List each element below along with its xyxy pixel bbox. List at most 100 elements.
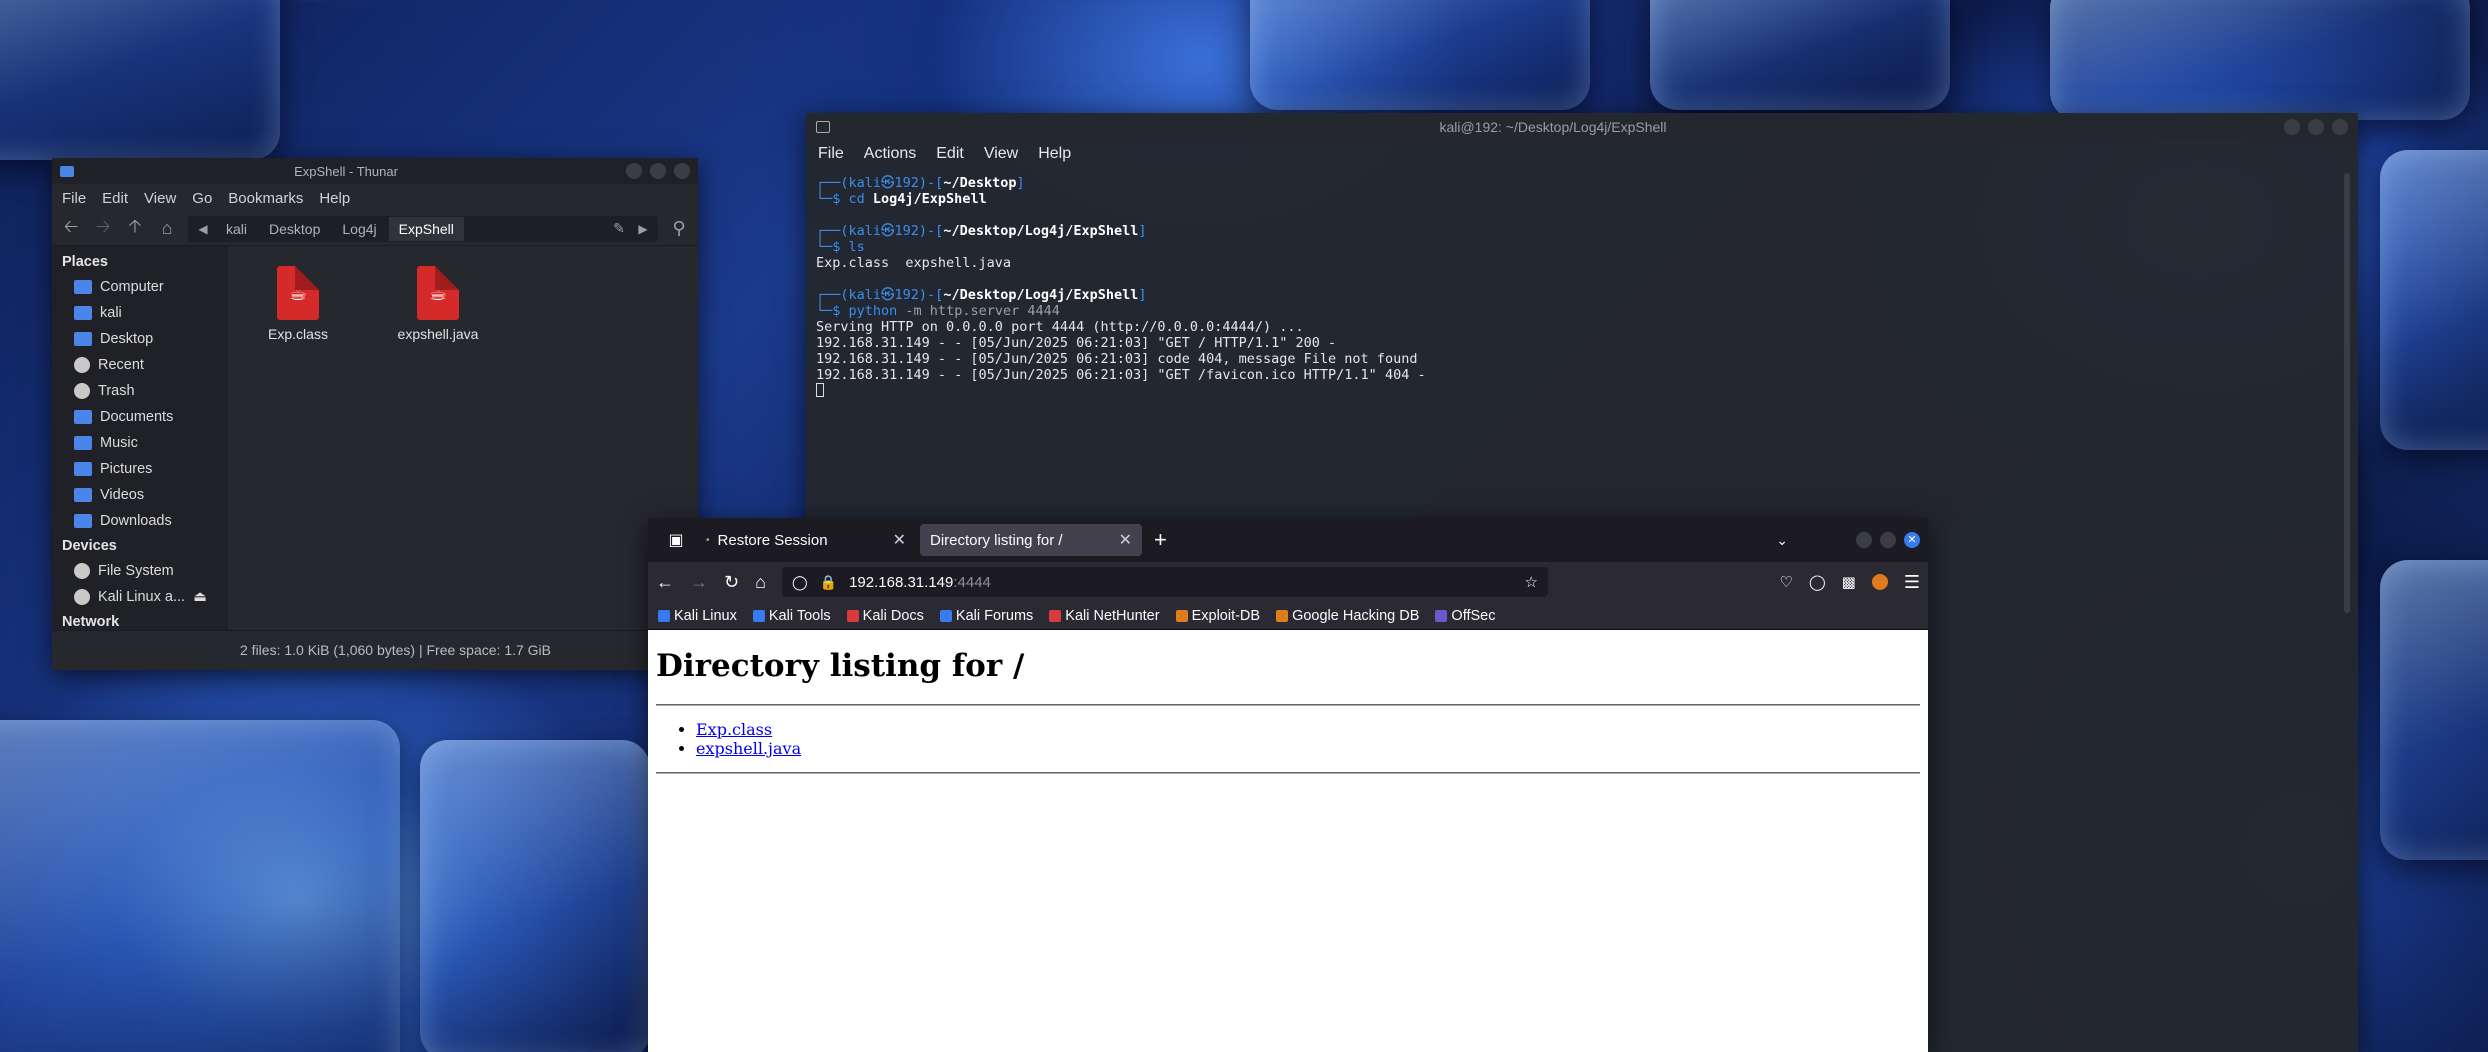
bookmark-star-icon[interactable]: ☆ [1525, 573, 1538, 591]
search-icon[interactable]: ⚲ [668, 218, 690, 239]
minimize-button[interactable] [626, 163, 642, 179]
menu-go[interactable]: Go [192, 190, 212, 207]
command: python [848, 303, 898, 319]
minimize-button[interactable] [2284, 119, 2300, 135]
close-button[interactable] [2332, 119, 2348, 135]
devices-heading: Devices [62, 538, 117, 554]
bookmark-kali-nethunter[interactable]: Kali NetHunter [1049, 607, 1160, 624]
menu-edit[interactable]: Edit [102, 190, 128, 207]
bookmark-favicon-icon [752, 609, 765, 622]
menu-help[interactable]: Help [1038, 145, 1071, 163]
bookmark-kali-linux[interactable]: Kali Linux [658, 608, 737, 624]
menu-view[interactable]: View [984, 145, 1018, 163]
bookmark-favicon-icon [658, 609, 670, 622]
close-button[interactable]: ✕ [1904, 532, 1920, 548]
pocket-icon[interactable]: ♡ [1779, 573, 1792, 591]
sidebar-item-documents[interactable]: Documents [52, 404, 228, 430]
extensions-icon[interactable]: ▩ [1842, 573, 1856, 591]
menu-edit[interactable]: Edit [936, 145, 964, 163]
file-item[interactable]: ☕ Exp.class [248, 266, 348, 342]
text-cursor[interactable] [816, 383, 824, 397]
menu-help[interactable]: Help [319, 190, 350, 207]
maximize-button[interactable] [650, 163, 666, 179]
back-icon[interactable]: ← [656, 572, 674, 593]
command-args: Log4j/ExpShell [864, 191, 987, 207]
bookmark-label: Google Hacking DB [1292, 607, 1420, 624]
crumb-left-icon[interactable]: ◀ [192, 222, 214, 236]
forward-arrow-icon[interactable]: 🡢 [92, 214, 114, 244]
file-view[interactable]: ☕ Exp.class ☕ expshell.java [228, 246, 698, 630]
crumb-right-icon[interactable]: ▶ [632, 222, 654, 236]
file-item[interactable]: ☕ expshell.java [388, 266, 488, 342]
sidebar-item-music[interactable]: Music [52, 430, 228, 456]
shield-icon[interactable]: ◯ [792, 574, 808, 591]
sidebar-item-downloads[interactable]: Downloads [52, 508, 228, 534]
url-bar[interactable]: ◯ 🔒 192.168.31.149:4444 ☆ [781, 567, 1548, 597]
close-tab-icon[interactable]: ✕ [1119, 530, 1132, 550]
menu-bookmarks[interactable]: Bookmarks [228, 190, 303, 207]
back-arrow-icon[interactable]: 🡠 [60, 214, 82, 244]
lock-icon[interactable]: 🔒 [820, 574, 837, 591]
prompt-line: ┌──(kali㉿192)-[~/Desktop/Log4j/ExpShell] [816, 287, 2348, 303]
maximize-button[interactable] [2308, 119, 2324, 135]
close-tab-icon[interactable]: ✕ [893, 530, 906, 550]
eject-icon[interactable]: ⏏ [193, 589, 207, 605]
sidebar-item-computer[interactable]: Computer [52, 274, 228, 300]
sidebar-item-trash[interactable]: Trash [52, 378, 228, 404]
menu-actions[interactable]: Actions [864, 145, 916, 163]
bookmark-exploit-db[interactable]: Exploit-DB [1175, 608, 1260, 624]
sidebar-item-kali[interactable]: kali [52, 300, 228, 326]
home-icon[interactable]: ⌂ [755, 572, 766, 593]
thunar-titlebar[interactable]: ExpShell - Thunar [52, 158, 698, 184]
menu-view[interactable]: View [144, 190, 176, 207]
crumb-log4j[interactable]: Log4j [332, 217, 386, 241]
bookmark-kali-tools[interactable]: Kali Tools [752, 608, 831, 624]
bookmark-google-hacking-db[interactable]: Google Hacking DB [1276, 608, 1419, 624]
thunar-title: ExpShell - Thunar [294, 163, 398, 179]
edit-path-icon[interactable]: ✎ [608, 220, 630, 237]
firefox-window[interactable]: ▣ • Restore Session ✕ Directory listing … [648, 518, 1928, 1052]
maximize-button[interactable] [1880, 532, 1896, 548]
minimize-button[interactable] [1856, 532, 1872, 548]
crumb-desktop[interactable]: Desktop [259, 217, 330, 241]
file-link[interactable]: Exp.class [696, 720, 772, 739]
sidebar-item-recent[interactable]: Recent [52, 352, 228, 378]
sidebar-item-file-system[interactable]: File System [52, 558, 228, 584]
terminal-titlebar[interactable]: kali@192: ~/Desktop/Log4j/ExpShell [806, 113, 2358, 141]
account-icon[interactable]: ◯ [1809, 573, 1826, 591]
bookmark-offsec[interactable]: OffSec [1435, 608, 1495, 624]
prompt-dir: ~/Desktop/Log4j/ExpShell [943, 287, 1139, 303]
file-link[interactable]: expshell.java [696, 739, 801, 758]
tab-directory-listing[interactable]: Directory listing for / ✕ [920, 524, 1142, 556]
home-icon[interactable]: ⌂ [156, 218, 178, 239]
sidebar-item-pictures[interactable]: Pictures [52, 456, 228, 482]
crumb-expshell[interactable]: ExpShell [388, 216, 464, 241]
close-button[interactable] [674, 163, 690, 179]
terminal-scrollbar[interactable] [2344, 173, 2350, 613]
bookmark-kali-docs[interactable]: Kali Docs [846, 608, 924, 624]
terminal-output[interactable]: ┌──(kali㉿192)-[~/Desktop] └─$ cd Log4j/Ex… [806, 167, 2358, 407]
crumb-kali[interactable]: kali [216, 217, 257, 241]
page-heading: Directory listing for / [656, 648, 1025, 684]
reload-icon[interactable]: ↻ [724, 572, 739, 593]
bookmark-label: Kali NetHunter [1065, 607, 1160, 624]
forward-icon[interactable]: → [690, 572, 708, 593]
prompt-end: ] [1016, 175, 1025, 191]
menu-file[interactable]: File [818, 145, 844, 163]
menu-icon[interactable]: ☰ [1904, 572, 1920, 593]
bookmark-kali-forums[interactable]: Kali Forums [939, 608, 1033, 624]
list-tabs-icon[interactable]: ⌄ [1776, 532, 1788, 549]
prompt-sep: )-[ [918, 223, 944, 239]
extension-badge-icon[interactable] [1871, 574, 1888, 590]
tab-restore-session[interactable]: • Restore Session ✕ [696, 524, 916, 556]
sidebar-item-kali-linux-a-[interactable]: Kali Linux a... ⏏ [52, 584, 228, 610]
new-tab-icon[interactable]: + [1154, 527, 1167, 553]
thunar-window[interactable]: ExpShell - Thunar File Edit View Go Book… [52, 158, 698, 670]
up-arrow-icon[interactable]: 🡡 [124, 214, 146, 244]
view-tabs-icon[interactable]: ▣ [656, 530, 696, 550]
prompt-sep: )-[ [918, 287, 944, 303]
network-heading: Network [62, 614, 120, 630]
menu-file[interactable]: File [62, 190, 86, 207]
sidebar-item-desktop[interactable]: Desktop [52, 326, 228, 352]
sidebar-item-videos[interactable]: Videos [52, 482, 228, 508]
